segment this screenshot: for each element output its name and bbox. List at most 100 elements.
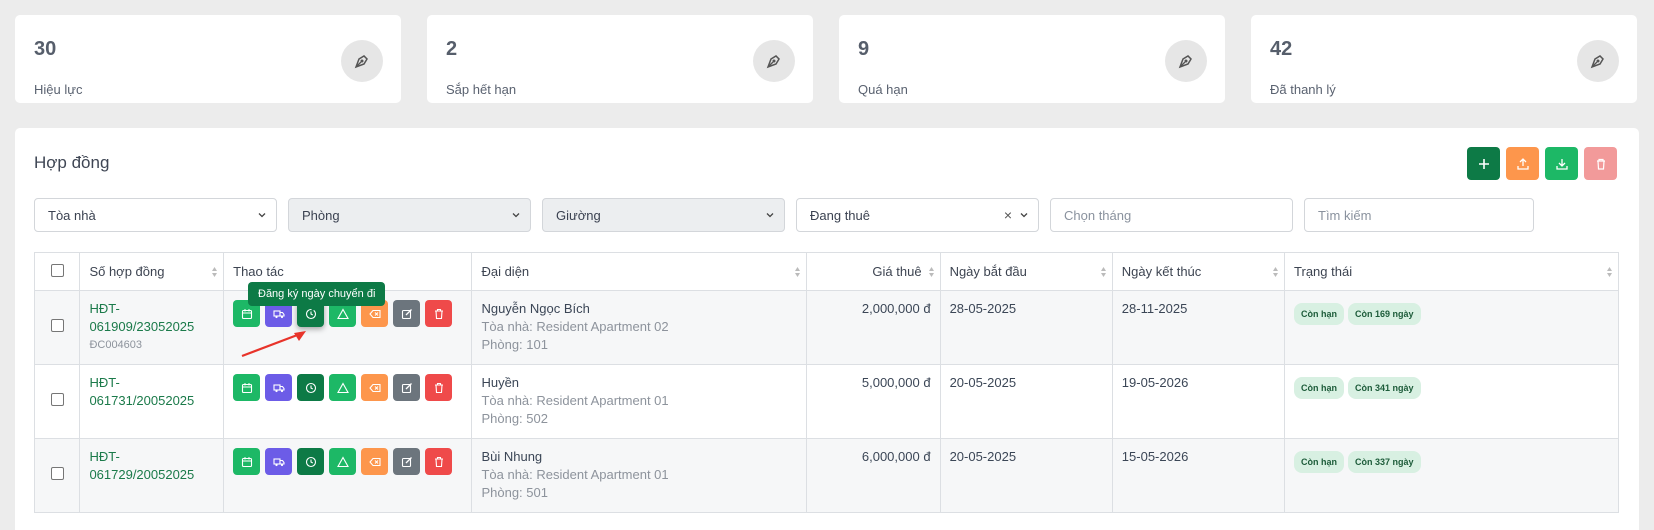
header-end[interactable]: Ngày kết thúc: [1111, 252, 1286, 291]
building-select[interactable]: Tòa nhà: [34, 198, 277, 232]
header-status[interactable]: Trạng thái: [1284, 252, 1619, 291]
upload-button[interactable]: [1506, 147, 1539, 180]
header-code[interactable]: Số hợp đồng: [79, 252, 225, 291]
row-checkbox[interactable]: [50, 318, 64, 332]
row-checkbox[interactable]: [50, 392, 64, 406]
rep-name: Nguyễn Ngọc Bích: [481, 301, 590, 316]
sort-icon: [928, 267, 934, 277]
search-input[interactable]: Tìm kiếm: [1304, 198, 1534, 232]
status-cell: Còn hạn Còn 337 ngày: [1284, 438, 1619, 513]
chevron-down-icon: [512, 213, 520, 218]
header-rep[interactable]: Đại diện: [471, 252, 808, 291]
transfer-button[interactable]: [265, 448, 293, 475]
stat-label: Quá hạn: [858, 82, 908, 97]
stat-label: Đã thanh lý: [1270, 82, 1336, 97]
add-button[interactable]: [1467, 147, 1500, 180]
download-button[interactable]: [1545, 147, 1578, 180]
end-date-cell: 19-05-2026: [1111, 364, 1286, 439]
table-row: HĐT- 061729/20052025 Bùi Nhung Tòa nhà: Res…: [33, 438, 1619, 513]
header-price[interactable]: Giá thuê: [806, 252, 941, 291]
contract-code-link[interactable]: HĐT- 061909/23052025: [89, 300, 214, 336]
status-badge: Còn hạn: [1294, 451, 1345, 473]
sort-icon: [1273, 267, 1279, 277]
stat-label: Hiệu lực: [34, 82, 83, 97]
chevron-down-icon: [258, 213, 266, 218]
pen-nib-icon: [1165, 40, 1207, 82]
end-date-cell: 28-11-2025: [1111, 290, 1286, 365]
stat-card-overdue: 9 Quá hạn: [839, 15, 1225, 103]
chevron-down-icon: [766, 213, 774, 218]
status-select[interactable]: Đang thuê ×: [796, 198, 1039, 232]
row-select-cell: [33, 438, 81, 513]
calendar-button[interactable]: [233, 374, 261, 401]
clear-icon[interactable]: ×: [1004, 207, 1012, 223]
triangle-icon: [336, 455, 349, 467]
month-picker[interactable]: Chọn tháng: [1050, 198, 1293, 232]
price-cell: 5,000,000 đ: [806, 364, 941, 439]
row-actions: [233, 374, 462, 401]
pen-nib-icon: [753, 40, 795, 82]
register-move-out-button[interactable]: [297, 448, 325, 475]
delete-button[interactable]: [425, 374, 453, 401]
rep-room: Phòng: 502: [481, 411, 548, 426]
contract-code-cell: HĐT- 061729/20052025: [79, 438, 225, 513]
status-badge: Còn hạn: [1294, 303, 1345, 325]
erase-button[interactable]: [361, 374, 389, 401]
truck-icon: [273, 309, 285, 318]
representative-cell: Bùi Nhung Tòa nhà: Resident Apartment 01 P…: [471, 438, 808, 513]
select-all-cell: [33, 252, 81, 291]
row-select-cell: [33, 290, 81, 365]
price-cell: 6,000,000 đ: [806, 438, 941, 513]
edit-button[interactable]: [393, 374, 421, 401]
representative-cell: Nguyễn Ngọc Bích Tòa nhà: Resident Apartm…: [471, 290, 808, 365]
room-select[interactable]: Phòng: [288, 198, 531, 232]
backspace-icon: [368, 309, 381, 318]
stat-value: 2: [446, 38, 458, 60]
contract-code-link[interactable]: HĐT- 061731/20052025: [89, 374, 214, 410]
actions-cell: [223, 364, 473, 439]
warning-button[interactable]: [329, 374, 357, 401]
pen-nib-icon: [1577, 40, 1619, 82]
delete-button[interactable]: [425, 448, 453, 475]
table-row: HĐT- 061731/20052025 Huyền Tòa nhà: Residen…: [33, 364, 1619, 439]
truck-icon: [273, 383, 285, 392]
rep-room: Phòng: 501: [481, 485, 548, 500]
deposit-code: ĐC004603: [89, 339, 143, 351]
transfer-button[interactable]: [265, 374, 293, 401]
rep-name: Bùi Nhung: [481, 449, 543, 464]
annotation-arrow: [241, 331, 306, 358]
row-checkbox[interactable]: [50, 466, 64, 480]
calendar-icon: [241, 456, 252, 467]
select-all-checkbox[interactable]: [50, 263, 64, 277]
actions-cell: [223, 438, 473, 513]
stat-card-expiring: 2 Sắp hết hạn: [427, 15, 813, 103]
trash-icon: [434, 382, 443, 393]
register-move-out-button[interactable]: [297, 374, 325, 401]
header-start[interactable]: Ngày bắt đầu: [939, 252, 1113, 291]
trash-icon: [434, 456, 443, 467]
clock-icon: [305, 456, 316, 467]
backspace-icon: [368, 457, 381, 466]
calendar-button[interactable]: [233, 448, 261, 475]
rep-building: Tòa nhà: Resident Apartment 02: [481, 319, 669, 334]
end-date-cell: 15-05-2026: [1111, 438, 1286, 513]
edit-button[interactable]: [393, 300, 421, 327]
edit-button[interactable]: [393, 448, 421, 475]
warning-button[interactable]: [329, 448, 357, 475]
erase-button[interactable]: [361, 448, 389, 475]
row-select-cell: [33, 364, 81, 439]
clock-icon: [305, 382, 316, 393]
stat-card-active: 30 Hiệu lực: [15, 15, 401, 103]
calendar-icon: [241, 382, 252, 393]
pen-nib-icon: [341, 40, 383, 82]
contract-code-link[interactable]: HĐT- 061729/20052025: [89, 448, 214, 484]
bulk-delete-button[interactable]: [1584, 147, 1617, 180]
start-date-cell: 20-05-2025: [939, 438, 1113, 513]
remaining-days-badge: Còn 341 ngày: [1348, 377, 1421, 399]
delete-button[interactable]: [425, 300, 453, 327]
triangle-icon: [336, 381, 349, 393]
stat-value: 42: [1270, 38, 1293, 60]
download-icon: [1555, 158, 1568, 170]
bed-select[interactable]: Giường: [542, 198, 785, 232]
triangle-icon: [336, 307, 349, 319]
